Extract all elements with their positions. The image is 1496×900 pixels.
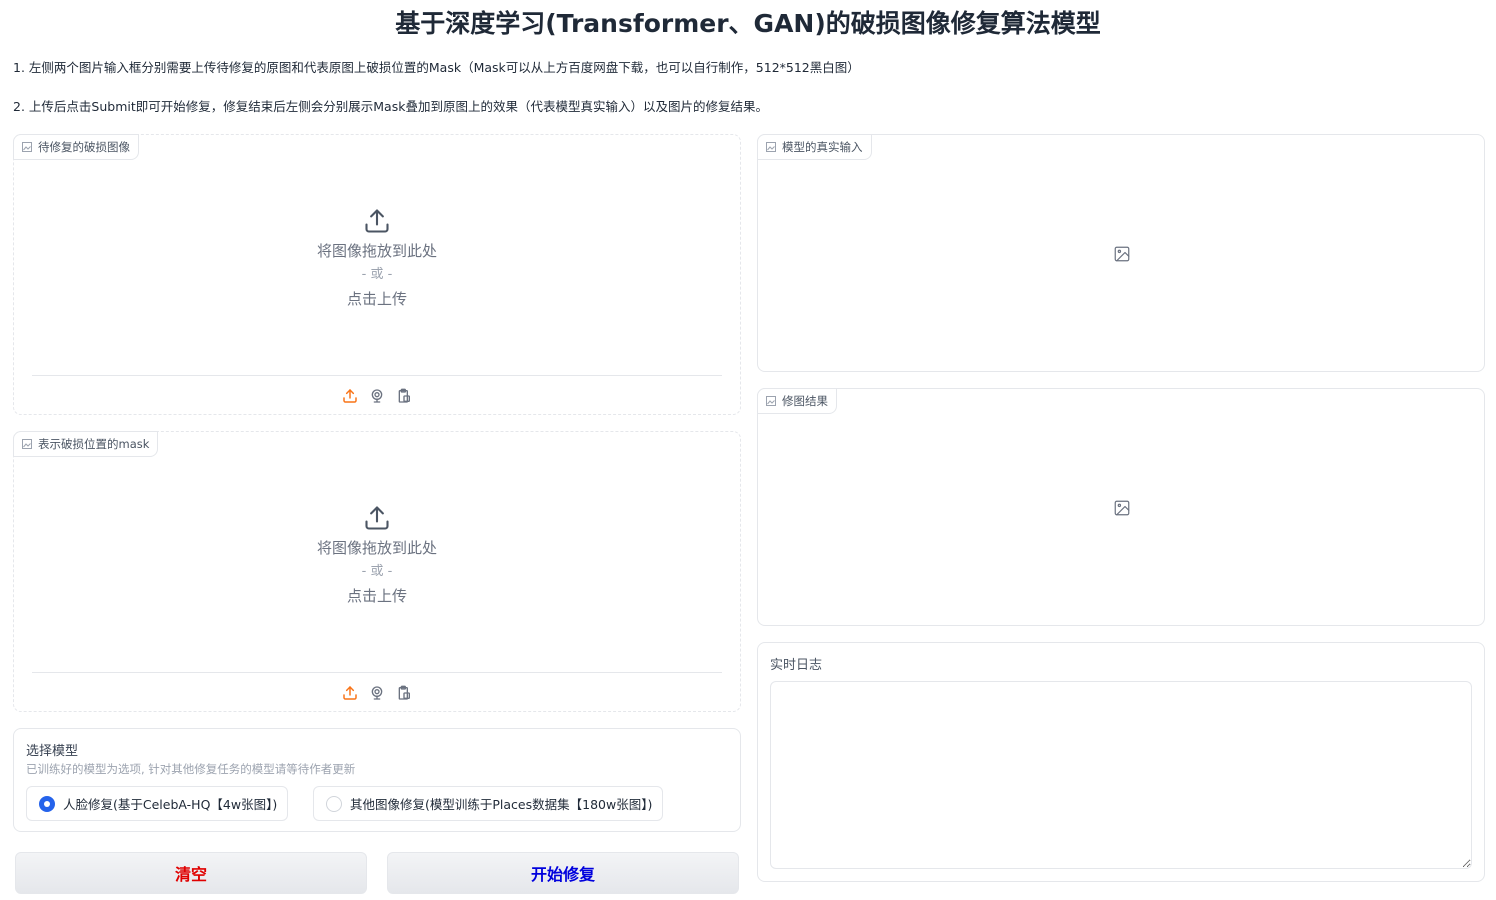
instruction-1: 1. 左侧两个图片输入框分别需要上传待修复的原图和代表原图上破损位置的Mask（…: [13, 60, 860, 75]
model-select-panel: 选择模型 已训练好的模型为选项, 针对其他修复任务的模型请等待作者更新 人脸修复…: [13, 728, 741, 832]
image-icon: [766, 142, 776, 152]
damaged-image-label-tag: 待修复的破损图像: [13, 134, 139, 160]
radio-option-places[interactable]: 其他图像修复(模型训练于Places数据集【180w张图】): [313, 786, 664, 821]
click-upload-text[interactable]: 点击上传: [14, 584, 740, 608]
page-title: 基于深度学习(Transformer、GAN)的破损图像修复算法模型: [395, 9, 1101, 38]
clipboard-source-button[interactable]: [396, 387, 413, 404]
clipboard-icon: [398, 388, 410, 403]
webcam-source-button[interactable]: [369, 684, 386, 701]
radio-option-label: 其他图像修复(模型训练于Places数据集【180w张图】): [350, 797, 653, 812]
model-select-label: 选择模型: [26, 744, 79, 759]
damaged-image-label: 待修复的破损图像: [38, 140, 130, 154]
image-icon: [22, 439, 32, 449]
drop-text: 将图像拖放到此处: [316, 539, 437, 557]
divider: [32, 672, 722, 673]
mask-drop-zone[interactable]: 将图像拖放到此处 - 或 - 点击上传: [14, 504, 740, 608]
instruction-2: 2. 上传后点击Submit即可开始修复，修复结束后左侧会分别展示Mask叠加到…: [13, 99, 768, 114]
upload-source-button[interactable]: [342, 684, 359, 701]
real-input-label-tag: 模型的真实输入: [757, 134, 872, 160]
image-icon: [1114, 246, 1130, 262]
upload-source-button[interactable]: [342, 387, 359, 404]
radio-button-selected[interactable]: [39, 795, 55, 812]
image-icon: [22, 142, 32, 152]
radio-button[interactable]: [326, 795, 342, 812]
real-input-label: 模型的真实输入: [782, 140, 863, 154]
or-text: - 或 -: [361, 564, 393, 579]
result-label-tag: 修图结果: [757, 388, 837, 414]
upload-icon: [343, 388, 357, 403]
upload-icon: [365, 506, 389, 530]
radio-option-label: 人脸修复(基于CelebA-HQ【4w张图】): [63, 797, 278, 812]
divider: [32, 375, 722, 376]
mask-image-label-tag: 表示破损位置的mask: [13, 431, 159, 457]
webcam-icon: [371, 388, 383, 403]
image-icon: [766, 396, 776, 406]
webcam-source-button[interactable]: [369, 387, 386, 404]
source-toolbar: [14, 684, 740, 701]
submit-button[interactable]: 开始修复: [387, 852, 739, 894]
drop-text: 将图像拖放到此处: [316, 242, 437, 260]
clear-button[interactable]: 清空: [15, 852, 367, 894]
radio-option-face[interactable]: 人脸修复(基于CelebA-HQ【4w张图】): [26, 786, 289, 821]
result-label: 修图结果: [782, 394, 828, 408]
damaged-image-upload[interactable]: 待修复的破损图像 将图像拖放到此处 - 或 - 点击上传: [13, 134, 741, 415]
click-upload-text[interactable]: 点击上传: [14, 287, 740, 311]
clipboard-source-button[interactable]: [396, 684, 413, 701]
upload-icon: [365, 209, 389, 233]
model-select-info: 已训练好的模型为选项, 针对其他修复任务的模型请等待作者更新: [26, 762, 356, 776]
clipboard-icon: [398, 685, 410, 700]
or-text: - 或 -: [361, 267, 393, 282]
real-input-output: 模型的真实输入: [757, 134, 1485, 372]
mask-image-upload[interactable]: 表示破损位置的mask 将图像拖放到此处 - 或 - 点击上传: [13, 431, 741, 712]
mask-image-label: 表示破损位置的mask: [38, 437, 150, 451]
upload-icon: [343, 685, 357, 700]
webcam-icon: [371, 685, 383, 700]
log-textarea[interactable]: [770, 681, 1472, 869]
log-label: 实时日志: [770, 658, 823, 673]
image-icon: [1114, 500, 1130, 516]
source-toolbar: [14, 387, 740, 404]
log-panel: 实时日志: [757, 642, 1485, 882]
damaged-drop-zone[interactable]: 将图像拖放到此处 - 或 - 点击上传: [14, 207, 740, 311]
result-output: 修图结果: [757, 388, 1485, 626]
